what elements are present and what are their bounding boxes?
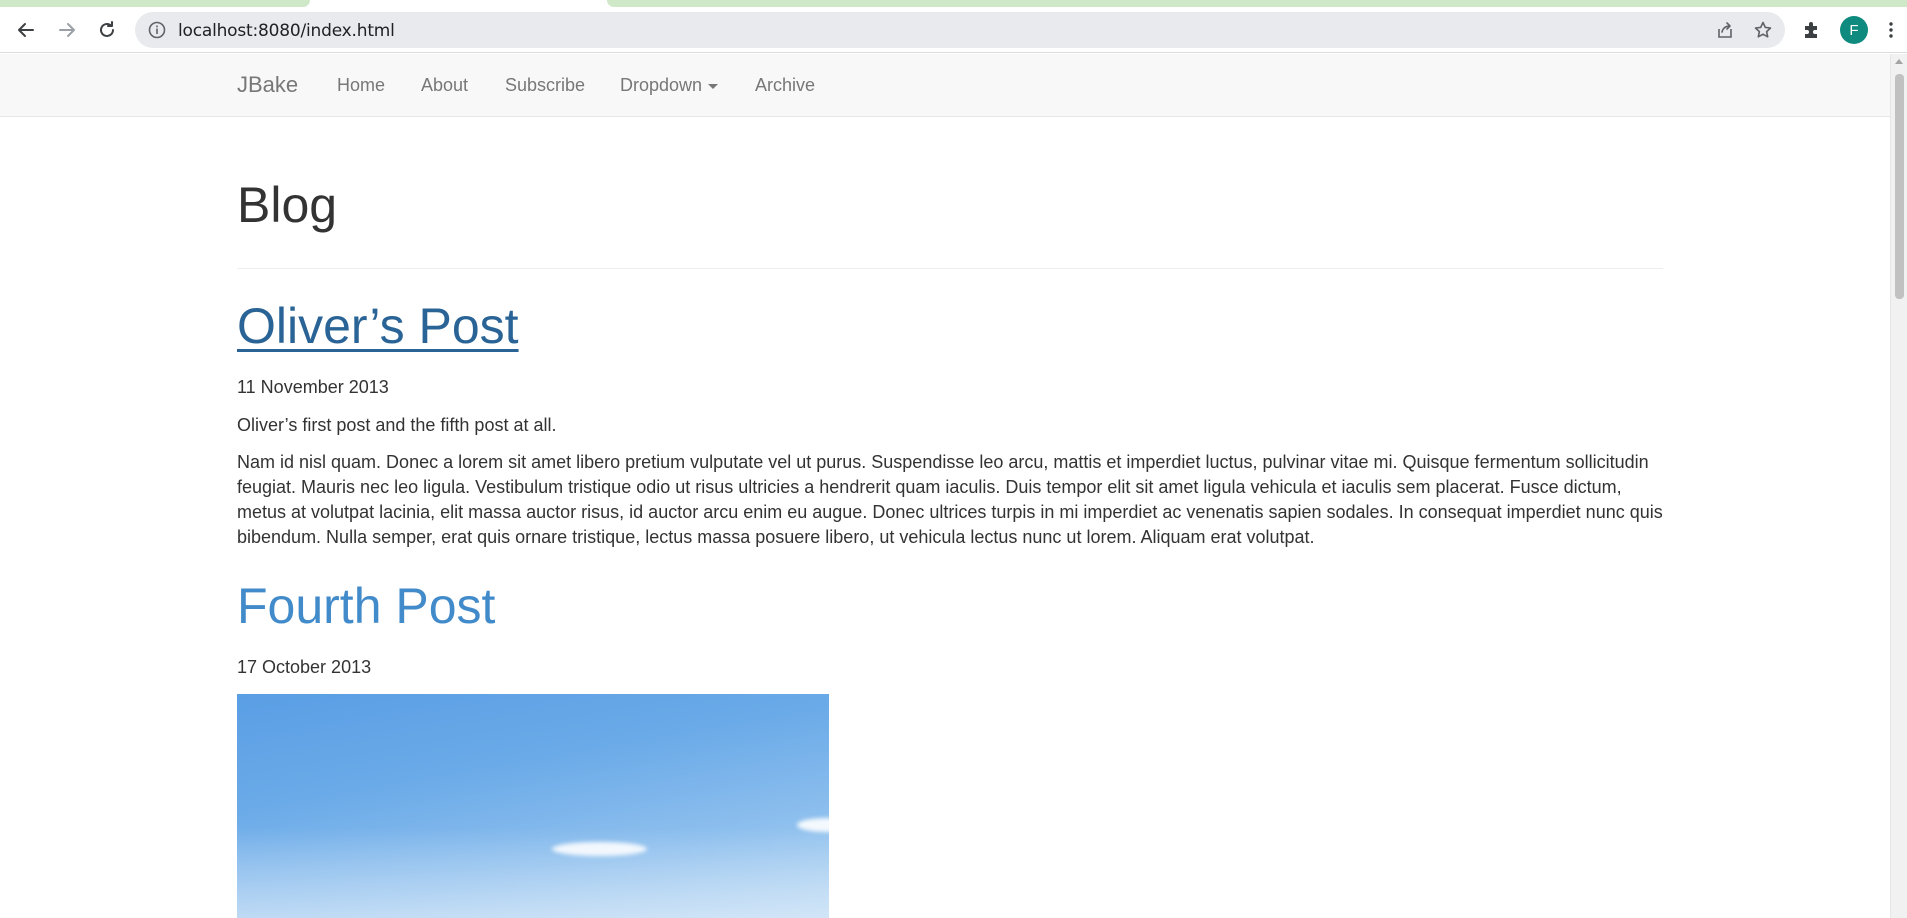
forward-button[interactable] [50, 13, 84, 47]
browser-toolbar: localhost:8080/index.html F [0, 7, 1907, 53]
post-title-link[interactable]: Fourth Post [237, 579, 495, 634]
scroll-thumb[interactable] [1895, 74, 1904, 299]
nav-item-about[interactable]: About [421, 75, 468, 96]
post-title-link[interactable]: Oliver’s Post [237, 299, 519, 354]
post-body: Nam id nisl quam. Donec a lorem sit amet… [237, 452, 1663, 547]
post-image-sky [237, 694, 829, 918]
page-scrollbar[interactable] [1890, 54, 1907, 918]
post-summary: Oliver’s first post and the fifth post a… [237, 415, 557, 435]
bookmark-star-icon[interactable] [1753, 20, 1773, 40]
address-url[interactable]: localhost:8080/index.html [178, 21, 395, 41]
caret-down-icon [708, 83, 719, 89]
back-arrow-icon [18, 23, 34, 37]
nav-dropdown-label: Dropdown [620, 75, 703, 95]
nav-item-subscribe[interactable]: Subscribe [505, 75, 585, 96]
tab-strip-right [607, 0, 1907, 7]
reload-icon [100, 21, 114, 37]
image-haze [237, 828, 829, 918]
kebab-menu-icon [1889, 22, 1893, 38]
share-icon[interactable] [1715, 20, 1735, 40]
post-date: 17 October 2013 [237, 657, 372, 677]
back-button[interactable] [9, 13, 43, 47]
page-header: Blog [237, 178, 1663, 269]
tab-strip-left [0, 0, 310, 7]
extensions-puzzle-icon [1805, 22, 1817, 38]
tab-strip [0, 0, 1907, 7]
post-date: 11 November 2013 [237, 377, 389, 397]
nav-item-archive[interactable]: Archive [755, 75, 815, 96]
nav-item-dropdown[interactable]: Dropdown [620, 75, 719, 96]
site-info-icon[interactable] [147, 20, 167, 40]
forward-arrow-icon [59, 23, 75, 37]
page-title: Blog [237, 177, 338, 233]
address-bar[interactable]: localhost:8080/index.html [135, 12, 1785, 48]
profile-avatar[interactable]: F [1840, 16, 1868, 44]
browser-menu-button[interactable] [1876, 13, 1906, 47]
extensions-button[interactable] [1795, 13, 1829, 47]
site-navbar: JBake Home About Subscribe Dropdown Arch… [0, 54, 1890, 117]
reload-button[interactable] [90, 13, 124, 47]
scroll-up-arrow-icon[interactable] [1895, 59, 1903, 64]
navbar-brand[interactable]: JBake [237, 72, 298, 98]
nav-item-home[interactable]: Home [337, 75, 385, 96]
